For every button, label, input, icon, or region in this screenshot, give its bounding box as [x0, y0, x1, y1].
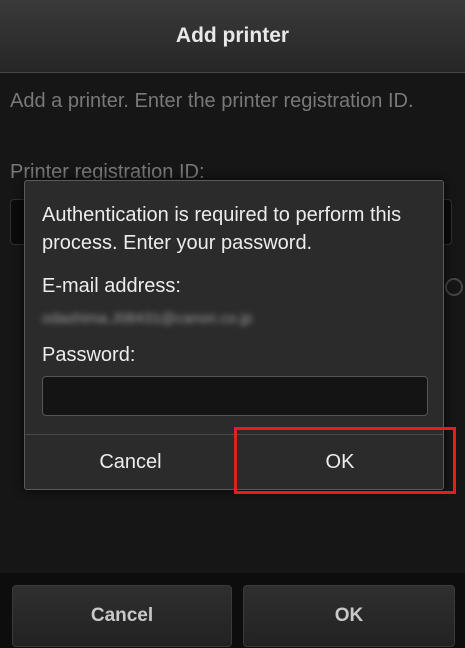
dialog-cancel-button[interactable]: Cancel: [25, 435, 236, 489]
ok-highlight-box: [234, 427, 456, 494]
bottom-cancel-button[interactable]: Cancel: [12, 585, 232, 647]
title-bar: Add printer: [0, 0, 465, 73]
dialog-cancel-label: Cancel: [99, 450, 162, 473]
page-title: Add printer: [175, 24, 290, 47]
email-label: E-mail address:: [42, 275, 181, 297]
bottom-cancel-label: Cancel: [90, 605, 154, 626]
bottom-ok-label: OK: [334, 605, 364, 626]
dialog-message: Authentication is required to perform th…: [42, 204, 402, 254]
email-value: odashima.J08431@canon.co.jp: [42, 310, 253, 327]
password-label: Password:: [42, 344, 136, 366]
bottom-ok-button[interactable]: OK: [243, 585, 455, 647]
password-input[interactable]: [42, 376, 428, 416]
